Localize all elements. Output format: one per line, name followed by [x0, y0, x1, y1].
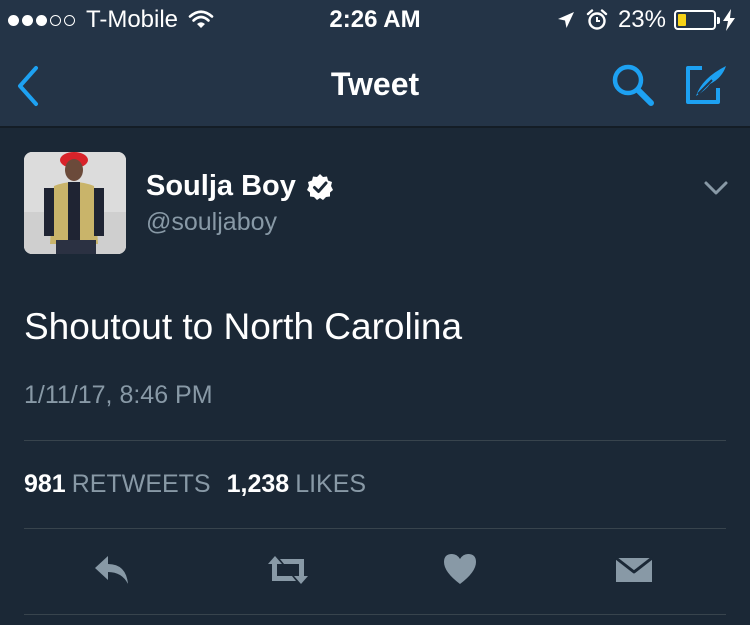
like-button[interactable]: [442, 548, 478, 592]
likes-label: LIKES: [295, 470, 367, 498]
tweet-timestamp: 1/11/17, 8:46 PM: [24, 381, 213, 409]
divider: [24, 528, 726, 529]
tweet-stats: 981 RETWEETS 1,238 LIKES: [24, 470, 382, 499]
retweets-stat[interactable]: 981 RETWEETS: [24, 470, 211, 499]
author-handle[interactable]: @souljaboy: [146, 208, 277, 237]
author-name-text: Soulja Boy: [146, 170, 296, 202]
status-bar: T-Mobile 2:26 AM 23%: [0, 0, 750, 40]
direct-message-button[interactable]: [614, 548, 654, 592]
top-header: T-Mobile 2:26 AM 23% Tweet: [0, 0, 750, 128]
search-icon: [612, 64, 654, 106]
battery-level: [678, 14, 686, 26]
tweet-actions: [0, 548, 750, 598]
author-name[interactable]: Soulja Boy: [146, 170, 334, 203]
alarm-icon: [586, 9, 608, 30]
nav-bar: Tweet: [0, 44, 750, 128]
chevron-down-icon: [704, 181, 728, 195]
status-right: 23%: [556, 6, 736, 34]
likes-stat[interactable]: 1,238 LIKES: [227, 470, 366, 499]
tweet-options-button[interactable]: [702, 178, 730, 198]
tweet-text: Shoutout to North Carolina: [24, 306, 463, 347]
location-arrow-icon: [557, 12, 574, 28]
retweets-label: RETWEETS: [71, 470, 211, 498]
divider: [24, 440, 726, 441]
search-button[interactable]: [610, 62, 656, 108]
chevron-left-icon: [18, 66, 38, 106]
reply-button[interactable]: [92, 548, 132, 592]
compose-icon: [686, 66, 726, 104]
avatar-photo: [24, 152, 126, 254]
back-button[interactable]: [14, 64, 44, 108]
like-icon: [444, 554, 476, 584]
compose-button[interactable]: [682, 62, 730, 108]
battery-icon: [674, 10, 720, 30]
divider: [24, 614, 726, 615]
avatar[interactable]: [24, 152, 126, 254]
battery-percent: 23%: [617, 6, 666, 33]
retweet-button[interactable]: [264, 548, 312, 592]
direct-message-icon: [615, 556, 653, 582]
retweet-icon: [268, 556, 308, 584]
charging-bolt-icon: [723, 9, 735, 31]
likes-count: 1,238: [226, 470, 290, 498]
retweets-count: 981: [24, 470, 66, 498]
verified-badge-icon: [306, 173, 333, 200]
reply-icon: [95, 556, 128, 584]
